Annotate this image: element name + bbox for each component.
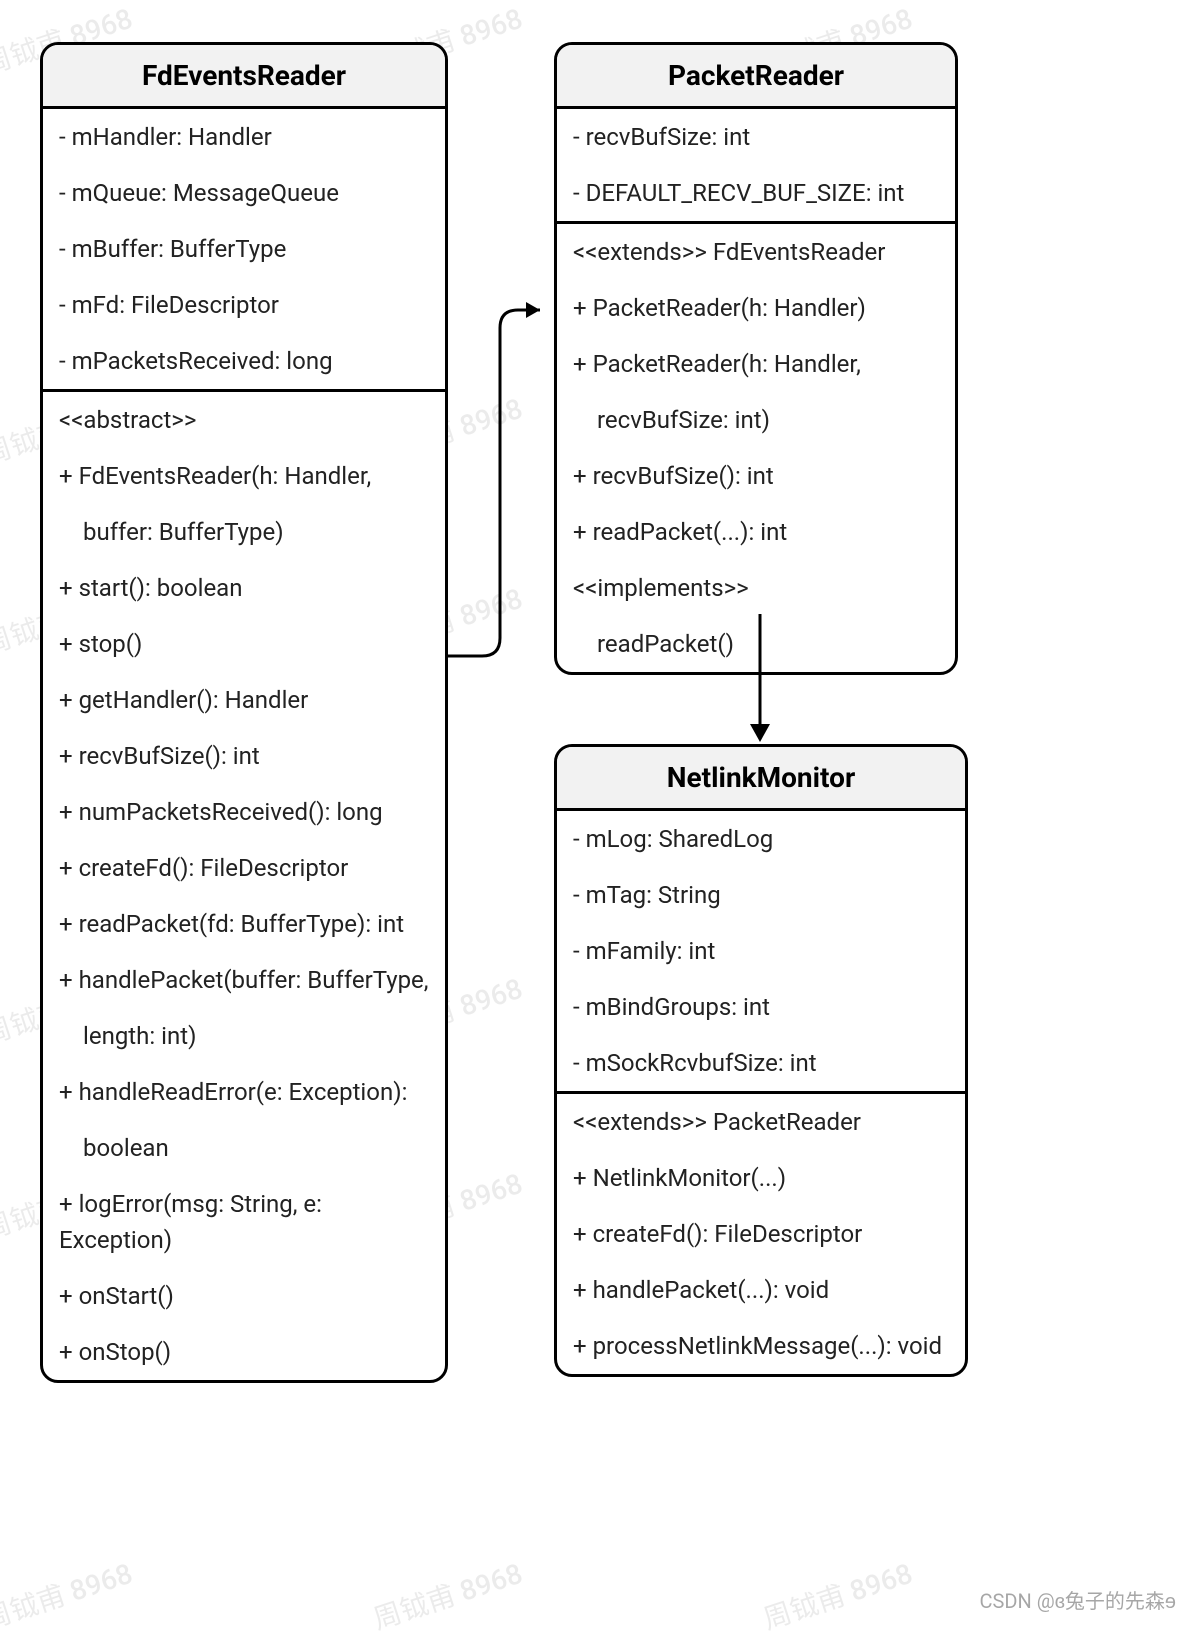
operation: + readPacket(...): int: [557, 504, 955, 560]
operation: + PacketReader(h: Handler): [557, 280, 955, 336]
watermark: 周钺甫 8968: [368, 1552, 527, 1638]
attributes-section: - mHandler: Handler - mQueue: MessageQue…: [43, 109, 445, 392]
operation: + onStop(): [43, 1324, 445, 1380]
stereotype: <<extends>> PacketReader: [557, 1094, 965, 1150]
operation: + createFd(): FileDescriptor: [557, 1206, 965, 1262]
operation: + NetlinkMonitor(...): [557, 1150, 965, 1206]
operation: + logError(msg: String, e: Exception): [43, 1176, 445, 1268]
connector-fd-to-pr: [448, 300, 558, 670]
operation: + readPacket(fd: BufferType): int: [43, 896, 445, 952]
attribute: - mLog: SharedLog: [557, 811, 965, 867]
operation-cont: recvBufSize: int): [557, 392, 955, 448]
operation-cont: length: int): [43, 1008, 445, 1064]
operations-section: <<extends>> FdEventsReader + PacketReade…: [557, 224, 955, 672]
operations-section: <<extends>> PacketReader + NetlinkMonito…: [557, 1094, 965, 1374]
attributes-section: - recvBufSize: int - DEFAULT_RECV_BUF_SI…: [557, 109, 955, 224]
operation: + PacketReader(h: Handler,: [557, 336, 955, 392]
operation-cont: boolean: [43, 1120, 445, 1176]
operation: + handlePacket(...): void: [557, 1262, 965, 1318]
attribute: - mFd: FileDescriptor: [43, 277, 445, 333]
attribute: - mQueue: MessageQueue: [43, 165, 445, 221]
operation: + stop(): [43, 616, 445, 672]
attributes-section: - mLog: SharedLog - mTag: String - mFami…: [557, 811, 965, 1094]
uml-class-fdeventsreader: FdEventsReader - mHandler: Handler - mQu…: [40, 42, 448, 1383]
operations-section: <<abstract>> + FdEventsReader(h: Handler…: [43, 392, 445, 1380]
uml-class-packetreader: PacketReader - recvBufSize: int - DEFAUL…: [554, 42, 958, 675]
watermark: 周钺甫 8968: [0, 1552, 137, 1638]
operation: + start(): boolean: [43, 560, 445, 616]
operation: + numPacketsReceived(): long: [43, 784, 445, 840]
stereotype: <<implements>>: [557, 560, 955, 616]
attribute: - mSockRcvbufSize: int: [557, 1035, 965, 1091]
operation: + handlePacket(buffer: BufferType,: [43, 952, 445, 1008]
attribute: - mPacketsReceived: long: [43, 333, 445, 389]
attribute: - mBuffer: BufferType: [43, 221, 445, 277]
class-title: PacketReader: [557, 45, 955, 109]
watermark: 周钺甫 8968: [758, 1552, 917, 1638]
operation: + createFd(): FileDescriptor: [43, 840, 445, 896]
class-title: NetlinkMonitor: [557, 747, 965, 811]
attribute: - DEFAULT_RECV_BUF_SIZE: int: [557, 165, 955, 221]
operation: + getHandler(): Handler: [43, 672, 445, 728]
operation: + onStart(): [43, 1268, 445, 1324]
stereotype: <<extends>> FdEventsReader: [557, 224, 955, 280]
operation: + recvBufSize(): int: [43, 728, 445, 784]
class-title: FdEventsReader: [43, 45, 445, 109]
attribute: - mTag: String: [557, 867, 965, 923]
operation: readPacket(): [557, 616, 955, 672]
attribute: - recvBufSize: int: [557, 109, 955, 165]
operation: + handleReadError(e: Exception):: [43, 1064, 445, 1120]
operation: + processNetlinkMessage(...): void: [557, 1318, 965, 1374]
attribute: - mFamily: int: [557, 923, 965, 979]
operation: + recvBufSize(): int: [557, 448, 955, 504]
stereotype: <<abstract>>: [43, 392, 445, 448]
operation-cont: buffer: BufferType): [43, 504, 445, 560]
operation: + FdEventsReader(h: Handler,: [43, 448, 445, 504]
uml-class-netlinkmonitor: NetlinkMonitor - mLog: SharedLog - mTag:…: [554, 744, 968, 1377]
footer-credit: CSDN @ɞ兔子的先森ɘ: [980, 1585, 1176, 1614]
attribute: - mHandler: Handler: [43, 109, 445, 165]
attribute: - mBindGroups: int: [557, 979, 965, 1035]
